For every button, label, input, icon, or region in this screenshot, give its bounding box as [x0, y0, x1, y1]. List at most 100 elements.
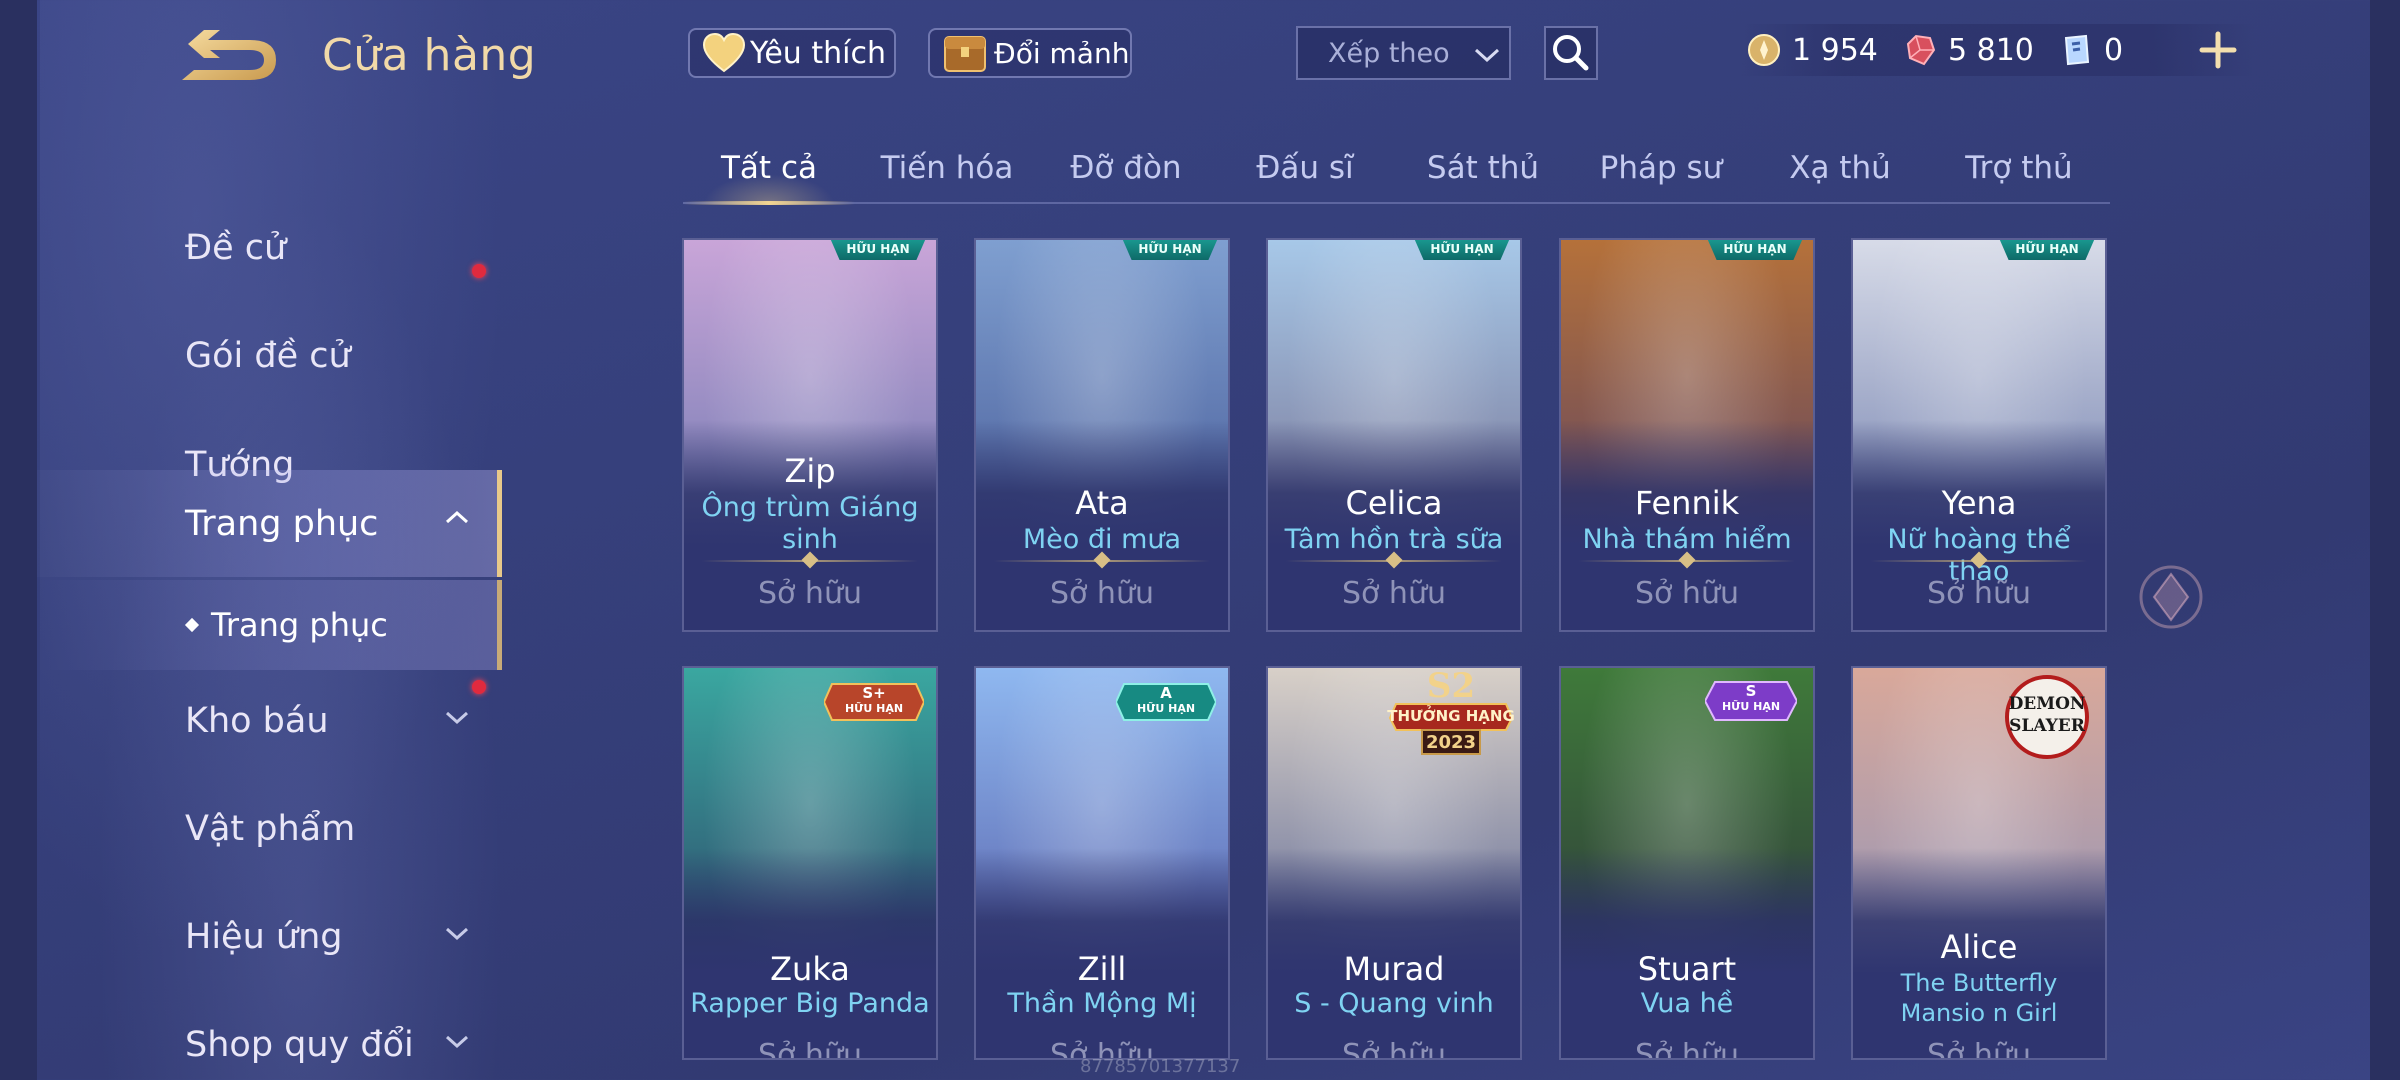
- left-edge: [0, 0, 37, 1080]
- skin-card[interactable]: HỮU HẠN Yena Nữ hoàng thể thao Sở hữu: [1851, 238, 2107, 632]
- sidebar-item-effects[interactable]: Hiệu ứng: [37, 887, 502, 987]
- voucher-currency: 0: [2058, 24, 2123, 76]
- sidebar-subitem-label: Trang phục: [211, 606, 388, 644]
- gold-coin-icon: [1748, 34, 1780, 66]
- favorites-button[interactable]: Yêu thích: [688, 28, 896, 78]
- floating-emblem-icon: [2139, 565, 2203, 629]
- hero-name: Stuart: [1637, 950, 1737, 988]
- tab-label: Tiến hóa: [880, 150, 1014, 186]
- skin-card[interactable]: S+ HỮU HẠN Zuka Rapper Big Panda Sở hữu: [682, 666, 938, 1060]
- owned-status: Sở hữu: [758, 576, 862, 611]
- favorites-label: Yêu thích: [750, 35, 886, 71]
- hero-name: Murad: [1343, 950, 1445, 988]
- back-button[interactable]: [180, 30, 284, 90]
- skin-name: Rapper Big Panda: [690, 988, 930, 1019]
- limited-badge: HỮU HẠN: [1414, 240, 1510, 260]
- sidebar-item-items[interactable]: Vật phẩm: [37, 779, 502, 879]
- gem-amount: 5 810: [1948, 32, 2034, 68]
- tab-label: Đấu sĩ: [1256, 150, 1354, 186]
- collab-logo-top: DEMON: [2008, 694, 2086, 714]
- skin-card[interactable]: HỮU HẠN Fennik Nhà thám hiểm Sở hữu: [1559, 238, 1815, 632]
- tier-label: S+: [862, 684, 886, 702]
- chevron-down-icon: [445, 711, 469, 725]
- hero-name: Zip: [784, 452, 836, 490]
- sidebar-item-treasure[interactable]: Kho báu: [37, 671, 502, 771]
- tab-label: Đỡ đòn: [1070, 150, 1182, 186]
- collab-logo-bottom: SLAYER: [2009, 716, 2085, 736]
- sidebar-item-label: Vật phẩm: [185, 809, 356, 849]
- skin-card[interactable]: DEMON SLAYER Alice The Butterfly Mansio …: [1851, 666, 2107, 1060]
- tab-fighter[interactable]: Đấu sĩ: [1219, 140, 1391, 202]
- sidebar-item-label: Gói đề cử: [185, 336, 351, 376]
- treasure-chest-icon: [944, 36, 986, 72]
- tab-all[interactable]: Tất cả: [683, 140, 855, 205]
- diamond-bullet-icon: [184, 617, 200, 633]
- sidebar: Đề cử Gói đề cử Tướng Trang phục Trang p…: [37, 160, 502, 1080]
- add-currency-button[interactable]: [2196, 28, 2240, 72]
- skin-card[interactable]: HỮU HẠN Zip Ông trùm Giáng sinh Sở hữu: [682, 238, 938, 632]
- category-tabs: Tất cả Tiến hóa Đỡ đòn Đấu sĩ Sát thủ Ph…: [683, 140, 2110, 205]
- tier-badge: A HỮU HẠN: [1116, 680, 1216, 730]
- sidebar-item-label: Đề cử: [185, 228, 287, 268]
- skin-card[interactable]: S2 THƯỞNG HẠNG 2023 Murad S - Quang vinh…: [1266, 666, 1522, 1060]
- ranked-title-label: THƯỞNG HẠNG: [1387, 707, 1515, 725]
- notification-dot: [472, 264, 486, 278]
- tab-label: Trợ thủ: [1965, 150, 2073, 186]
- tab-tank[interactable]: Đỡ đòn: [1040, 140, 1212, 202]
- sidebar-item-label: Trang phục: [185, 503, 379, 544]
- owned-status: Sở hữu: [1927, 1038, 2031, 1060]
- limited-badge: HỮU HẠN: [830, 240, 926, 260]
- chevron-down-icon: [1474, 48, 1500, 62]
- page-title: Cửa hàng: [322, 30, 537, 81]
- ruby-gem-icon: [1906, 34, 1936, 66]
- skin-name: Thần Mộng Mị: [1007, 988, 1197, 1019]
- owned-status: Sở hữu: [1635, 576, 1739, 611]
- limited-label: HỮU HẠN: [1136, 702, 1196, 715]
- limited-badge: HỮU HẠN: [1707, 240, 1803, 260]
- tier-label: S: [1745, 682, 1757, 700]
- tab-support[interactable]: Trợ thủ: [1933, 140, 2105, 202]
- limited-badge: HỮU HẠN: [1999, 240, 2095, 260]
- hero-name: Zill: [1077, 950, 1127, 988]
- exchange-fragments-button[interactable]: Đổi mảnh: [928, 28, 1132, 78]
- hero-name: Yena: [1941, 484, 2017, 522]
- skin-name: The Butterfly Mansio n Girl: [1900, 969, 2058, 1027]
- tab-active-underline: [683, 201, 855, 205]
- right-edge: [2370, 0, 2400, 1080]
- gem-currency: 5 810: [1902, 24, 2034, 76]
- skin-card[interactable]: S HỮU HẠN Stuart Vua hề Sở hữu: [1559, 666, 1815, 1060]
- gold-currency: 1 954: [1746, 24, 1878, 76]
- ranked-year-label: 2023: [1425, 732, 1477, 753]
- sidebar-item-exchange-shop[interactable]: Shop quy đổi: [37, 995, 502, 1080]
- search-button[interactable]: [1544, 26, 1598, 80]
- tier-badge: S HỮU HẠN: [1705, 678, 1805, 728]
- limited-label: HỮU HẠN: [1721, 700, 1781, 713]
- tab-label: Sát thủ: [1426, 150, 1540, 186]
- tab-assassin[interactable]: Sát thủ: [1397, 140, 1569, 202]
- sidebar-subitem-skins[interactable]: Trang phục: [37, 580, 502, 670]
- heart-icon: [702, 33, 746, 73]
- watermark-id: 877857013771​37: [1080, 1056, 1241, 1077]
- skin-card[interactable]: HỮU HẠN Ata Mèo đi mưa Sở hữu: [974, 238, 1230, 632]
- owned-status: Sở hữu: [1342, 576, 1446, 611]
- owned-status: Sở hữu: [1927, 576, 2031, 611]
- voucher-amount: 0: [2104, 32, 2124, 68]
- tab-evolution[interactable]: Tiến hóa: [861, 140, 1033, 202]
- collab-logo: DEMON SLAYER: [1993, 672, 2101, 762]
- sidebar-item-label: Hiệu ứng: [185, 917, 343, 957]
- sidebar-item-recommended-packs[interactable]: Gói đề cử: [37, 306, 502, 406]
- sort-dropdown[interactable]: Xếp theo: [1296, 26, 1511, 80]
- skin-card[interactable]: HỮU HẠN Celica Tâm hồn trà sữa Sở hữu: [1266, 238, 1522, 632]
- skin-card[interactable]: A HỮU HẠN Zill Thần Mộng Mị Sở hữu: [974, 666, 1230, 1060]
- owned-status: Sở hữu: [1342, 1038, 1446, 1060]
- tab-label: Xạ thủ: [1789, 150, 1891, 186]
- sidebar-item-skins[interactable]: Trang phục: [37, 470, 502, 577]
- sidebar-item-recommended[interactable]: Đề cử: [37, 198, 502, 298]
- tab-mage[interactable]: Pháp sư: [1575, 140, 1747, 202]
- skin-name: S - Quang vinh: [1294, 988, 1494, 1019]
- ranked-season-badge: S2 THƯỞNG HẠNG 2023: [1386, 668, 1516, 760]
- tab-marksman[interactable]: Xạ thủ: [1754, 140, 1926, 202]
- exchange-label: Đổi mảnh: [994, 36, 1130, 70]
- limited-label: HỮU HẠN: [844, 702, 904, 715]
- chevron-down-icon: [445, 1035, 469, 1049]
